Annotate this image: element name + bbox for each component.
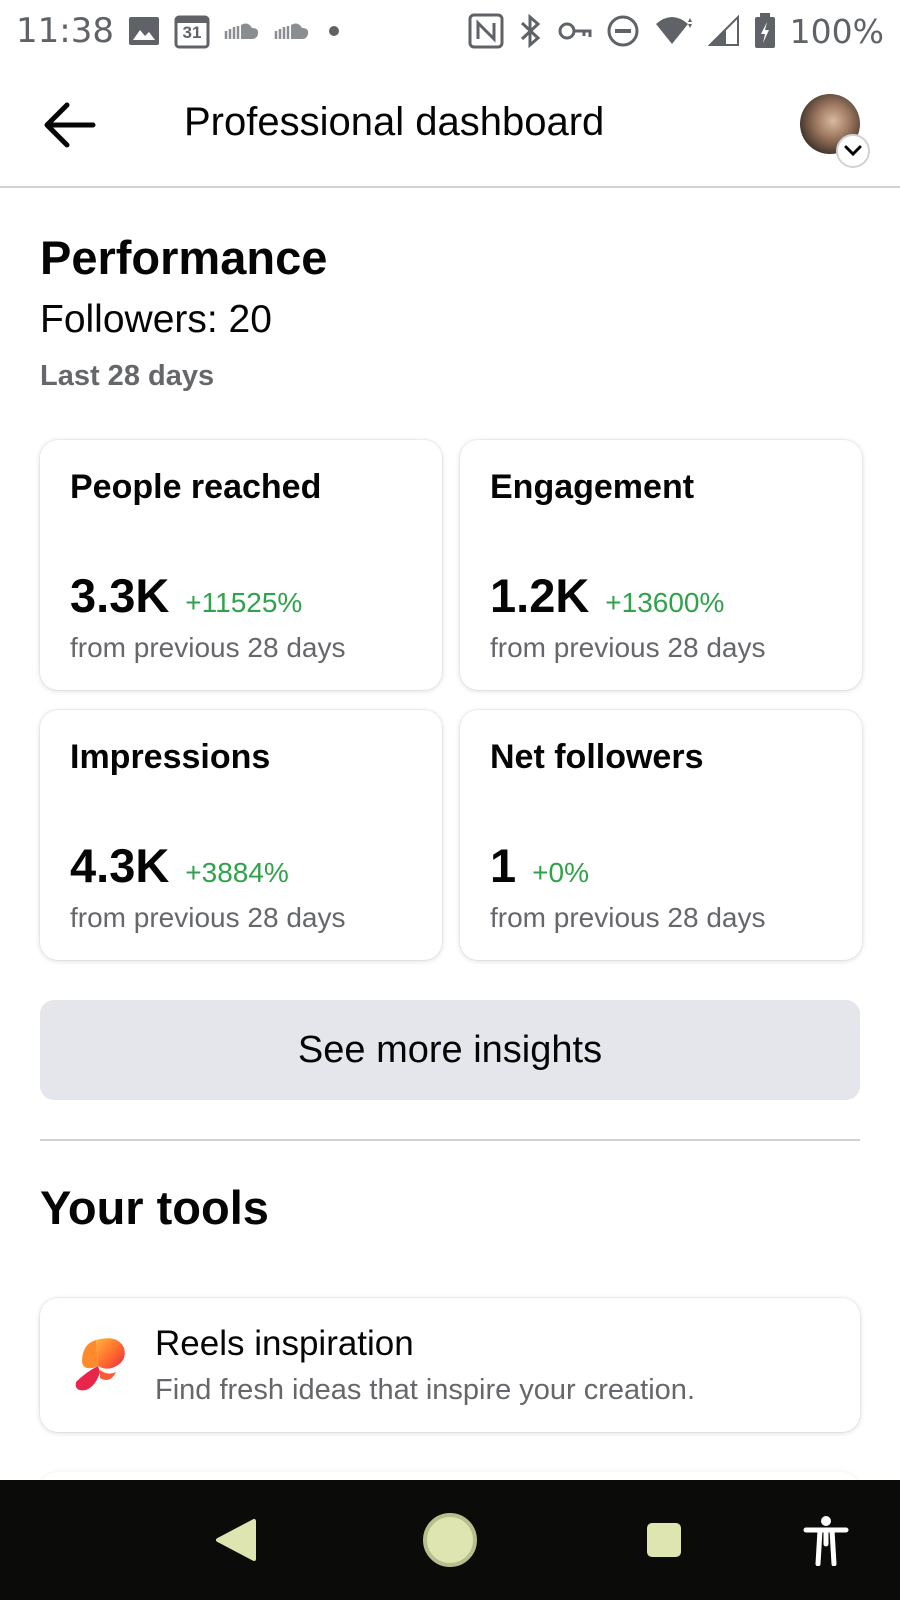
nfc-icon <box>468 13 504 49</box>
profile-switcher[interactable] <box>800 94 870 168</box>
section-divider <box>40 1139 860 1141</box>
metric-comparison: from previous 28 days <box>490 632 766 663</box>
bluetooth-icon <box>518 13 544 49</box>
status-left: 11:38 31 <box>16 11 344 51</box>
metric-change: +3884% <box>185 857 289 888</box>
metric-value: 4.3K <box>70 839 170 892</box>
soundcloud-icon <box>224 21 260 41</box>
metric-change: +13600% <box>605 587 725 618</box>
nav-recents-button[interactable] <box>634 1502 694 1578</box>
metric-comparison: from previous 28 days <box>70 632 346 663</box>
nav-back-button[interactable] <box>206 1502 266 1578</box>
metric-title: Net followers <box>490 738 704 776</box>
metric-title: People reached <box>70 468 322 506</box>
home-circle-icon <box>423 1513 477 1567</box>
metric-card-people-reached[interactable]: People reached 3.3K +11525% from previou… <box>40 440 442 690</box>
metric-card-impressions[interactable]: Impressions 4.3K +3884% from previous 28… <box>40 710 442 960</box>
battery-percent: 100% <box>789 11 884 51</box>
soundcloud-icon <box>274 21 310 41</box>
chevron-down-icon <box>836 134 870 168</box>
butterfly-icon <box>66 1332 130 1396</box>
image-icon <box>128 16 160 46</box>
tools-heading: Your tools <box>40 1181 269 1234</box>
metric-change: +0% <box>532 857 589 888</box>
status-right: 100% <box>468 12 884 51</box>
metric-value: 1.2K <box>490 569 590 622</box>
vpn-key-icon <box>558 20 592 42</box>
system-nav-bar <box>0 1480 900 1600</box>
tool-card-reels-inspiration[interactable]: Reels inspiration Find fresh ideas that … <box>40 1298 860 1432</box>
accessibility-icon <box>803 1516 849 1566</box>
metric-title: Engagement <box>490 468 695 506</box>
calendar-icon: 31 <box>174 13 210 49</box>
battery-charging-icon <box>754 13 776 49</box>
app-header: Professional dashboard <box>0 62 900 188</box>
wifi-icon <box>654 14 694 48</box>
signal-icon <box>707 15 740 47</box>
metric-change: +11525% <box>185 587 303 618</box>
nav-home-button[interactable] <box>410 1502 490 1578</box>
metric-value-row: 4.3K +3884% <box>70 838 289 893</box>
followers-count: Followers: 20 <box>40 298 272 341</box>
triangle-back-icon <box>216 1519 256 1561</box>
tool-description: Find fresh ideas that inspire your creat… <box>155 1374 695 1406</box>
status-bar: 11:38 31 100% <box>0 0 900 62</box>
metric-value-row: 3.3K +11525% <box>70 568 302 623</box>
metric-value: 1 <box>490 839 517 892</box>
metric-value-row: 1 +0% <box>490 838 589 893</box>
performance-heading: Performance <box>40 231 328 284</box>
metric-card-net-followers[interactable]: Net followers 1 +0% from previous 28 day… <box>460 710 862 960</box>
back-button[interactable] <box>36 92 102 158</box>
metric-comparison: from previous 28 days <box>490 902 766 933</box>
metric-title: Impressions <box>70 738 271 776</box>
calendar-day: 31 <box>182 23 202 42</box>
metric-value-row: 1.2K +13600% <box>490 568 724 623</box>
square-recents-icon <box>647 1523 681 1557</box>
metric-comparison: from previous 28 days <box>70 902 346 933</box>
page-title: Professional dashboard <box>184 100 605 144</box>
period-label: Last 28 days <box>40 360 215 392</box>
see-more-insights-button[interactable]: See more insights <box>40 1000 860 1100</box>
back-arrow-icon <box>44 102 96 148</box>
notification-dot-icon <box>324 21 344 41</box>
tool-title: Reels inspiration <box>155 1324 414 1363</box>
metric-value: 3.3K <box>70 569 170 622</box>
metric-card-engagement[interactable]: Engagement 1.2K +13600% from previous 28… <box>460 440 862 690</box>
do-not-disturb-icon <box>606 14 640 48</box>
nav-accessibility-button[interactable] <box>796 1502 856 1578</box>
status-time: 11:38 <box>16 11 114 51</box>
